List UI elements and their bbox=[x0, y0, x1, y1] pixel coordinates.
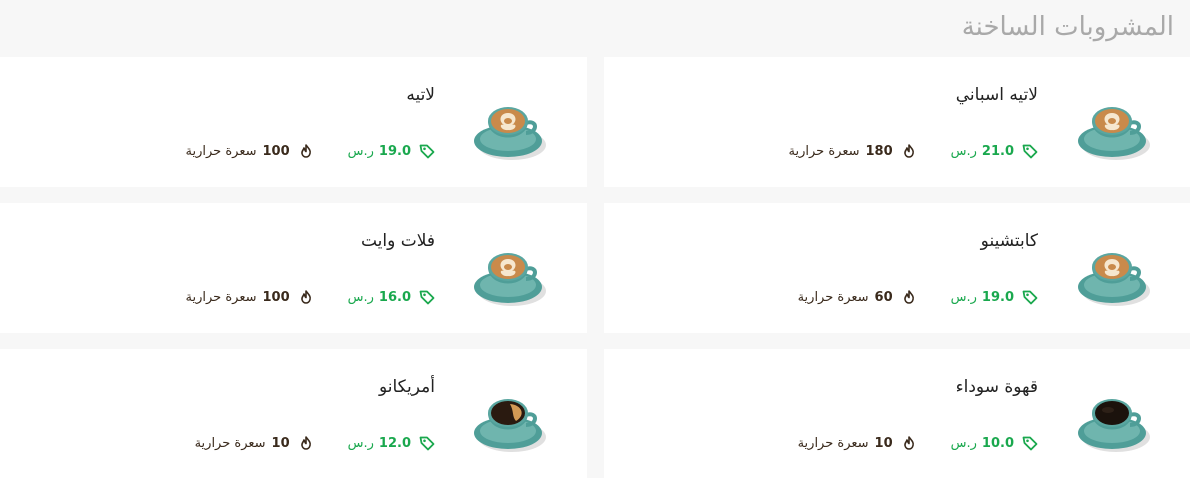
drink-name: أمريكانو bbox=[378, 377, 435, 397]
calories-value: 10 bbox=[271, 435, 290, 451]
drink-meta: 16.0 ر.س 100 سعرة حرارية bbox=[186, 289, 435, 305]
fire-icon bbox=[903, 290, 915, 304]
calories: 10 سعرة حرارية bbox=[195, 436, 312, 451]
currency-label: ر.س bbox=[347, 289, 374, 305]
calories-value: 10 bbox=[874, 435, 893, 451]
price: 21.0 ر.س bbox=[951, 143, 1038, 159]
calories: 60 سعرة حرارية bbox=[798, 290, 915, 305]
currency-label: ر.س bbox=[347, 143, 374, 159]
price: 10.0 ر.س bbox=[951, 435, 1038, 451]
menu-item-card[interactable]: أمريكانو 12.0 ر.س 10 سعرة حرارية bbox=[0, 349, 587, 478]
fire-icon bbox=[903, 144, 915, 158]
price-tag-icon bbox=[419, 435, 435, 451]
section-title: المشروبات الساخنة bbox=[961, 12, 1174, 42]
drink-name: فلات وايت bbox=[360, 231, 435, 251]
calories: 180 سعرة حرارية bbox=[789, 144, 915, 159]
menu-item-card[interactable]: لاتيه اسباني 21.0 ر.س 180 سعرة حرارية bbox=[604, 57, 1190, 187]
hot-drinks-page: المشروبات الساخنة لاتيه اسباني 21.0 ر.س 180… bbox=[0, 0, 1190, 478]
calories-label: سعرة حرارية bbox=[797, 435, 869, 451]
calories: 10 سعرة حرارية bbox=[798, 436, 915, 451]
menu-item-card[interactable]: فلات وايت 16.0 ر.س 100 سعرة حرارية bbox=[0, 203, 587, 333]
calories-value: 100 bbox=[262, 143, 290, 159]
price-tag-icon bbox=[1022, 289, 1038, 305]
drink-name: لاتيه bbox=[406, 85, 435, 105]
calories-value: 180 bbox=[865, 143, 893, 159]
fire-icon bbox=[903, 436, 915, 450]
price: 19.0 ر.س bbox=[348, 143, 435, 159]
price: 19.0 ر.س bbox=[951, 289, 1038, 305]
calories-value: 60 bbox=[874, 289, 893, 305]
fire-icon bbox=[300, 290, 312, 304]
currency-label: ر.س bbox=[347, 435, 374, 451]
drink-image bbox=[1070, 377, 1154, 461]
price-value: 10.0 bbox=[981, 435, 1014, 451]
calories: 100 سعرة حرارية bbox=[186, 144, 312, 159]
drink-image bbox=[466, 231, 550, 315]
drink-image bbox=[466, 377, 550, 461]
price-value: 12.0 bbox=[378, 435, 411, 451]
drink-image bbox=[1070, 231, 1154, 315]
drink-name: كابتشينو bbox=[980, 231, 1038, 251]
price-tag-icon bbox=[419, 143, 435, 159]
price-value: 19.0 bbox=[981, 289, 1014, 305]
drink-name: قهوة سوداء bbox=[955, 377, 1038, 397]
currency-label: ر.س bbox=[950, 435, 977, 451]
price-tag-icon bbox=[1022, 143, 1038, 159]
menu-item-card[interactable]: قهوة سوداء 10.0 ر.س 10 سعرة حرارية bbox=[604, 349, 1190, 478]
menu-item-card[interactable]: لاتيه 19.0 ر.س 100 سعرة حرارية bbox=[0, 57, 587, 187]
price-tag-icon bbox=[1022, 435, 1038, 451]
price-value: 16.0 bbox=[378, 289, 411, 305]
drink-meta: 19.0 ر.س 100 سعرة حرارية bbox=[186, 143, 435, 159]
price-value: 21.0 bbox=[981, 143, 1014, 159]
currency-label: ر.س bbox=[950, 289, 977, 305]
fire-icon bbox=[300, 436, 312, 450]
drink-image bbox=[466, 85, 550, 169]
calories-label: سعرة حرارية bbox=[185, 289, 257, 305]
drink-meta: 10.0 ر.س 10 سعرة حرارية bbox=[798, 435, 1038, 451]
drink-meta: 21.0 ر.س 180 سعرة حرارية bbox=[789, 143, 1038, 159]
drink-meta: 19.0 ر.س 60 سعرة حرارية bbox=[798, 289, 1038, 305]
calories-label: سعرة حرارية bbox=[797, 289, 869, 305]
calories-label: سعرة حرارية bbox=[194, 435, 266, 451]
price: 12.0 ر.س bbox=[348, 435, 435, 451]
calories-label: سعرة حرارية bbox=[788, 143, 860, 159]
calories-value: 100 bbox=[262, 289, 290, 305]
drink-name: لاتيه اسباني bbox=[955, 85, 1038, 105]
drink-meta: 12.0 ر.س 10 سعرة حرارية bbox=[195, 435, 435, 451]
price-tag-icon bbox=[419, 289, 435, 305]
calories-label: سعرة حرارية bbox=[185, 143, 257, 159]
menu-item-card[interactable]: كابتشينو 19.0 ر.س 60 سعرة حرارية bbox=[604, 203, 1190, 333]
calories: 100 سعرة حرارية bbox=[186, 290, 312, 305]
fire-icon bbox=[300, 144, 312, 158]
currency-label: ر.س bbox=[950, 143, 977, 159]
price: 16.0 ر.س bbox=[348, 289, 435, 305]
drink-image bbox=[1070, 85, 1154, 169]
price-value: 19.0 bbox=[378, 143, 411, 159]
